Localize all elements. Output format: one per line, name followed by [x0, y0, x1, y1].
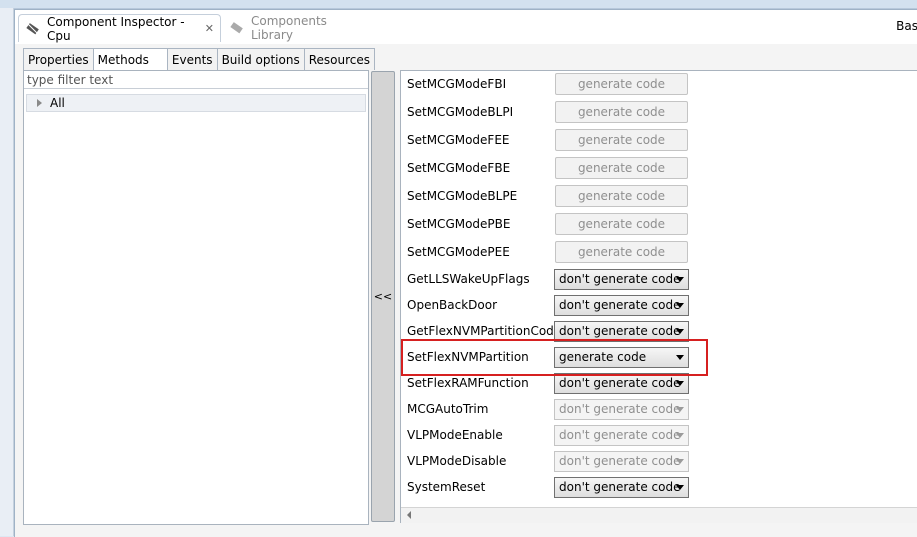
generate-code-button: generate code: [555, 213, 688, 235]
dropdown-arrow-icon: [676, 407, 684, 412]
select-value: don't generate code: [559, 376, 681, 390]
select-value: don't generate code: [559, 324, 681, 338]
method-name: SetMCGModeFBE: [407, 161, 511, 175]
method-generate-select: don't generate code: [554, 399, 689, 420]
tab-component-inspector[interactable]: Component Inspector - Cpu ✕: [18, 14, 221, 43]
dropdown-arrow-icon: [676, 277, 684, 282]
method-generate-select: don't generate code: [554, 451, 689, 472]
filter-tree-pane: type filter text All: [23, 70, 369, 525]
select-value: don't generate code: [559, 298, 681, 312]
method-row: OpenBackDoor don't generate code: [401, 292, 917, 318]
method-generate-select[interactable]: don't generate code: [554, 295, 689, 316]
select-value: don't generate code: [559, 454, 681, 468]
view-tab-bar: Component Inspector - Cpu ✕ Components L…: [15, 10, 917, 44]
select-value: don't generate code: [559, 428, 681, 442]
select-value: don't generate code: [559, 272, 681, 286]
dropdown-arrow-icon: [676, 485, 684, 490]
method-name: MCGAutoTrim: [407, 402, 489, 416]
tree-item-label: All: [50, 96, 65, 110]
method-row: MCGAutoTrim don't generate code: [401, 396, 917, 422]
tab-properties[interactable]: Properties: [23, 48, 94, 70]
generate-code-button: generate code: [555, 73, 688, 95]
method-row: SystemReset don't generate code: [401, 474, 917, 500]
generate-code-button: generate code: [555, 241, 688, 263]
tab-resources[interactable]: Resources: [303, 48, 375, 70]
method-row: SetMCGModeFBE generate code: [401, 155, 917, 181]
method-name: SetMCGModePEE: [407, 245, 510, 259]
method-row: VLPModeDisable don't generate code: [401, 448, 917, 474]
method-row: SetMCGModePBE generate code: [401, 211, 917, 237]
subtab-bar: Properties Methods Events Build options …: [23, 48, 375, 70]
method-generate-select[interactable]: don't generate code: [554, 269, 689, 290]
method-row: VLPModeEnable don't generate code: [401, 422, 917, 448]
methods-pane: SetMCGModeFBI generate code SetMCGModeBLPI…: [400, 70, 917, 523]
method-name: VLPModeDisable: [407, 454, 507, 468]
scroll-left-icon[interactable]: [407, 511, 411, 519]
method-generate-select: don't generate code: [554, 425, 689, 446]
filter-input[interactable]: type filter text: [24, 71, 368, 89]
library-icon: [229, 21, 245, 35]
method-name: SetMCGModeBLPI: [407, 105, 514, 119]
collapse-button[interactable]: <<: [371, 71, 395, 522]
method-name: SystemReset: [407, 480, 486, 494]
dropdown-arrow-icon: [676, 459, 684, 464]
method-name: SetMCGModeFBI: [407, 77, 507, 91]
tab-components-library[interactable]: Components Library: [223, 14, 373, 42]
dropdown-arrow-icon: [676, 433, 684, 438]
select-value: don't generate code: [559, 402, 681, 416]
component-inspector-view: Component Inspector - Cpu ✕ Components L…: [14, 9, 917, 537]
method-name: SetMCGModeBLPE: [407, 189, 518, 203]
partial-tab-label: Bas: [896, 19, 917, 33]
horizontal-scrollbar[interactable]: [401, 507, 917, 523]
highlight-box: [401, 339, 708, 376]
select-value: don't generate code: [559, 480, 681, 494]
method-generate-select[interactable]: don't generate code: [554, 373, 689, 394]
generate-code-button: generate code: [555, 101, 688, 123]
tab-label: Component Inspector - Cpu: [47, 14, 185, 43]
dropdown-arrow-icon: [676, 381, 684, 386]
method-name: SetMCGModePBE: [407, 217, 511, 231]
method-row: SetMCGModeBLPI generate code: [401, 99, 917, 125]
method-row: SetMCGModeFBI generate code: [401, 71, 917, 97]
method-row: GetLLSWakeUpFlags don't generate code: [401, 266, 917, 292]
dropdown-arrow-icon: [676, 303, 684, 308]
close-icon[interactable]: ✕: [205, 22, 214, 35]
method-row: SetMCGModeBLPE generate code: [401, 183, 917, 209]
method-name: VLPModeEnable: [407, 428, 503, 442]
tab-methods[interactable]: Methods: [92, 48, 168, 70]
top-strip: [0, 0, 917, 9]
method-generate-select[interactable]: don't generate code: [554, 477, 689, 498]
generate-code-button: generate code: [555, 185, 688, 207]
method-row: SetMCGModePEE generate code: [401, 239, 917, 265]
tree-item-all[interactable]: All: [26, 94, 366, 112]
method-name: GetLLSWakeUpFlags: [407, 272, 530, 286]
tab-label: Components Library: [251, 14, 327, 42]
tab-build-options[interactable]: Build options: [216, 48, 305, 70]
expand-icon[interactable]: [37, 99, 42, 107]
generate-code-button: generate code: [555, 129, 688, 151]
method-row: SetMCGModeFEE generate code: [401, 127, 917, 153]
dropdown-arrow-icon: [676, 329, 684, 334]
tab-events[interactable]: Events: [166, 48, 218, 70]
inspector-content: Properties Methods Events Build options …: [21, 44, 917, 537]
left-strip: [0, 8, 14, 536]
method-name: OpenBackDoor: [407, 298, 498, 312]
method-name: SetMCGModeFEE: [407, 133, 510, 147]
component-icon: [25, 22, 41, 36]
generate-code-button: generate code: [555, 157, 688, 179]
